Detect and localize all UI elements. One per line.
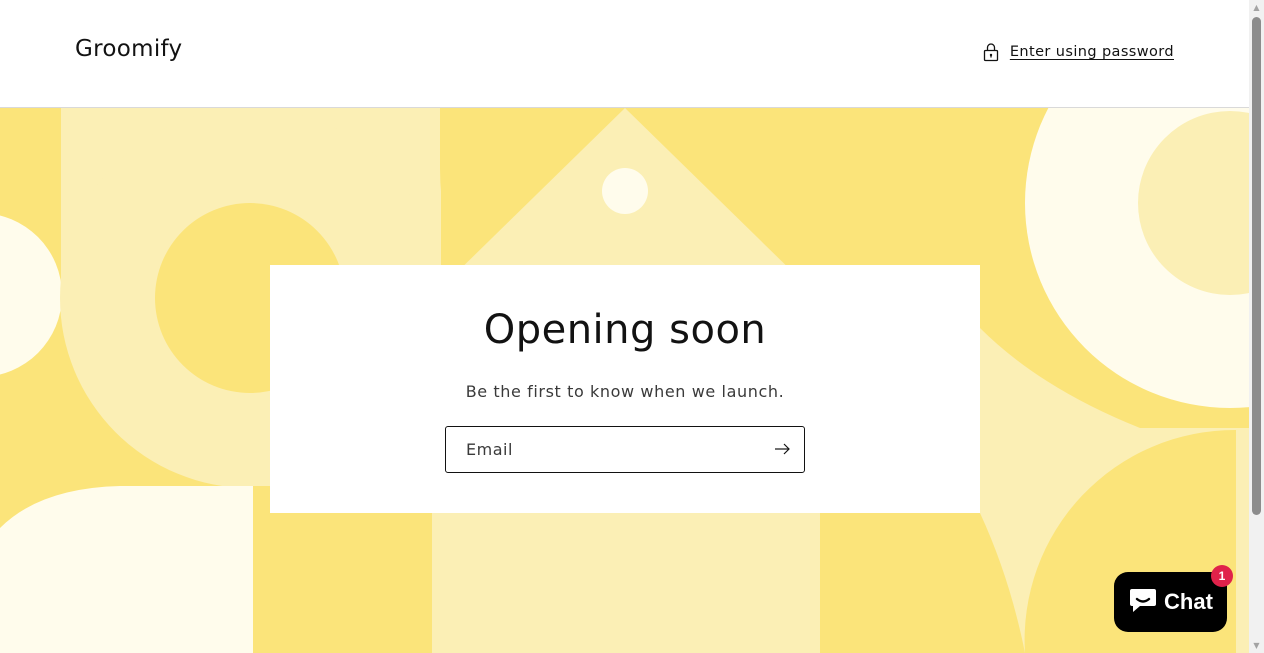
opening-soon-card: Opening soon Be the first to know when w… bbox=[270, 265, 980, 513]
site-header: Groomify Enter using password bbox=[0, 0, 1249, 108]
enter-password-link[interactable]: Enter using password bbox=[982, 42, 1174, 62]
scroll-up-arrow-icon[interactable]: ▲ bbox=[1249, 0, 1264, 15]
arrow-right-icon bbox=[774, 440, 790, 459]
chat-notification-badge: 1 bbox=[1211, 565, 1233, 587]
enter-password-label[interactable]: Enter using password bbox=[1010, 44, 1174, 60]
scroll-thumb[interactable] bbox=[1252, 17, 1261, 515]
chat-button[interactable]: Chat bbox=[1114, 572, 1227, 632]
chat-label: Chat bbox=[1164, 589, 1213, 614]
page-title: Opening soon bbox=[483, 307, 767, 353]
newsletter-form bbox=[445, 426, 805, 473]
vertical-scrollbar[interactable]: ▲ ▼ bbox=[1249, 0, 1264, 653]
chat-bubble-icon bbox=[1128, 586, 1158, 618]
brand-logo-text[interactable]: Groomify bbox=[75, 36, 182, 62]
lock-icon bbox=[982, 42, 1000, 62]
scroll-down-arrow-icon[interactable]: ▼ bbox=[1249, 638, 1264, 653]
page-subtitle: Be the first to know when we launch. bbox=[465, 382, 785, 401]
subscribe-button[interactable] bbox=[760, 427, 804, 472]
email-input[interactable] bbox=[446, 427, 756, 472]
